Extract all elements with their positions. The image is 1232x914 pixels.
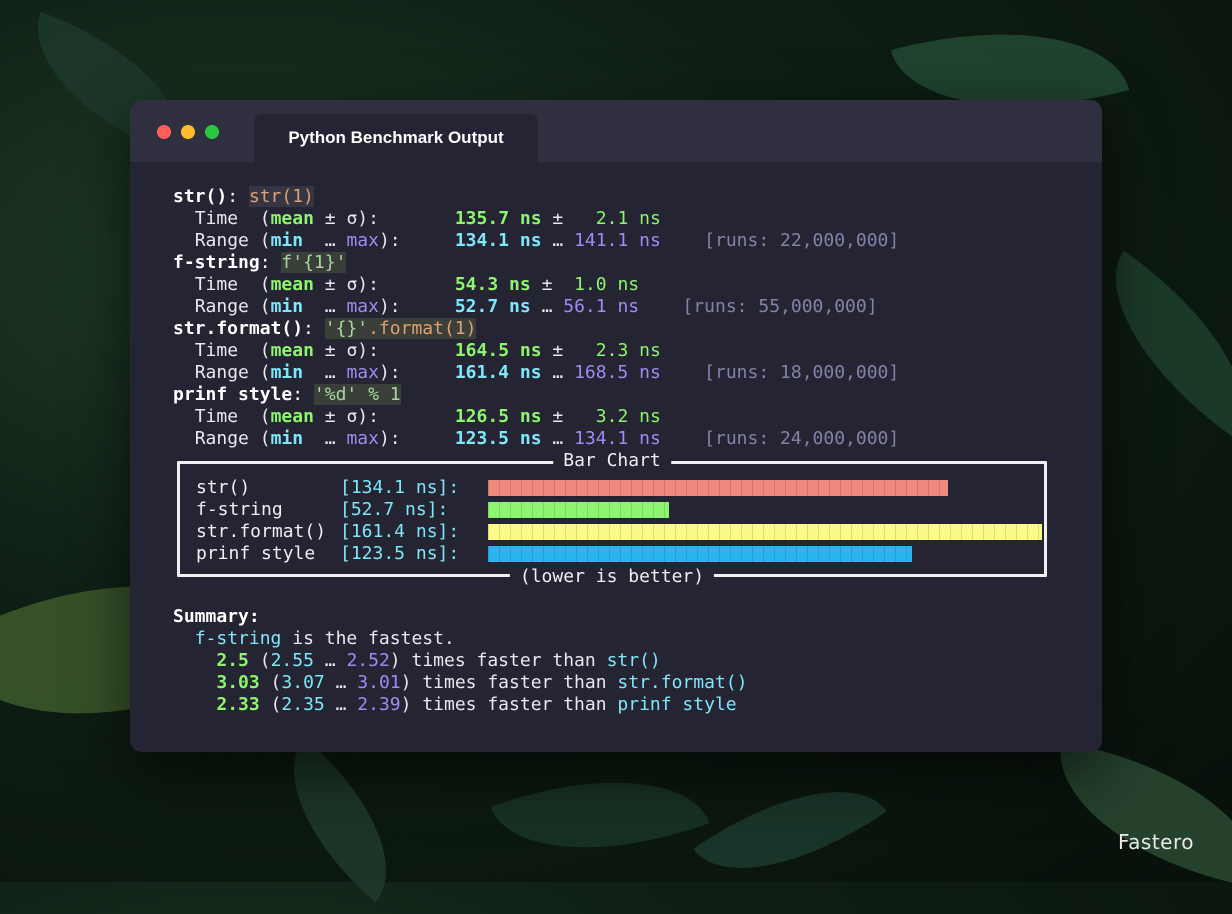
benchmark-code: '%d' % 1 bbox=[313, 384, 401, 405]
chart-row: str() [134.1 ns]: bbox=[196, 477, 948, 499]
chart-value-label: [123.5 ns]: bbox=[340, 543, 460, 564]
chart-title: Bar Chart bbox=[553, 450, 671, 472]
summary-heading: Summary: bbox=[173, 606, 260, 627]
chart-row: prinf style [123.5 ns]: bbox=[196, 543, 912, 565]
chart-bar bbox=[488, 480, 948, 496]
benchmark-code: str(1) bbox=[248, 186, 314, 207]
benchmark-header: f-string: f'{1}' bbox=[173, 252, 347, 273]
chart-category-label: f-string bbox=[196, 499, 283, 520]
benchmark-code: '{}'.format(1) bbox=[324, 318, 477, 339]
benchmark-header: prinf style: '%d' % 1 bbox=[173, 384, 401, 405]
chart-category-label: prinf style bbox=[196, 543, 316, 564]
benchmark-range-line: Range (min … max): 161.4 ns … 168.5 ns [… bbox=[194, 362, 900, 383]
chart-row: str.format() [161.4 ns]: bbox=[196, 521, 1042, 543]
benchmark-time-line: Time (mean ± σ): 126.5 ns ± 3.2 ns bbox=[194, 406, 661, 427]
bar-chart: Bar Chart str() [134.1 ns]: f-string [52.7 … bbox=[177, 450, 1047, 588]
minimize-window-button[interactable] bbox=[181, 125, 195, 139]
terminal-output: str(): str(1) Time (mean ± σ): 135.7 ns … bbox=[173, 186, 899, 450]
title-bar: Python Benchmark Output bbox=[130, 100, 1102, 162]
chart-value-label: [52.7 ns]: bbox=[340, 499, 449, 520]
terminal-window: Python Benchmark Output str(): str(1) Ti… bbox=[130, 100, 1102, 752]
benchmark-header: str.format(): '{}'.format(1) bbox=[173, 318, 477, 339]
summary-comparison: 3.03 (3.07 … 3.01) times faster than str… bbox=[216, 672, 748, 693]
summary-section: Summary: f-string is the fastest. 2.5 (2… bbox=[173, 606, 747, 716]
benchmark-header: str(): str(1) bbox=[173, 186, 314, 207]
benchmark-code: f'{1}' bbox=[281, 252, 347, 273]
chart-value-label: [161.4 ns]: bbox=[340, 521, 460, 542]
chart-bar bbox=[488, 524, 1042, 540]
benchmark-range-line: Range (min … max): 134.1 ns … 141.1 ns [… bbox=[194, 230, 900, 251]
chart-bar bbox=[488, 546, 912, 562]
summary-comparison: 2.5 (2.55 … 2.52) times faster than str(… bbox=[216, 650, 661, 671]
chart-row: f-string [52.7 ns]: bbox=[196, 499, 669, 521]
benchmark-range-line: Range (min … max): 123.5 ns … 134.1 ns [… bbox=[194, 428, 900, 449]
close-window-button[interactable] bbox=[157, 125, 171, 139]
benchmark-time-line: Time (mean ± σ): 135.7 ns ± 2.1 ns bbox=[194, 208, 661, 229]
benchmark-time-line: Time (mean ± σ): 164.5 ns ± 2.3 ns bbox=[194, 340, 661, 361]
chart-value-label: [134.1 ns]: bbox=[340, 477, 460, 498]
maximize-window-button[interactable] bbox=[205, 125, 219, 139]
chart-footer: (lower is better) bbox=[509, 566, 715, 588]
benchmark-time-line: Time (mean ± σ): 54.3 ns ± 1.0 ns bbox=[194, 274, 640, 295]
benchmark-range-line: Range (min … max): 52.7 ns … 56.1 ns [ru… bbox=[194, 296, 878, 317]
summary-fastest: f-string is the fastest. bbox=[194, 628, 455, 649]
chart-category-label: str() bbox=[196, 477, 251, 498]
summary-comparison: 2.33 (2.35 … 2.39) times faster than pri… bbox=[216, 694, 737, 715]
chart-bar bbox=[488, 502, 669, 518]
tab-python-benchmark-output[interactable]: Python Benchmark Output bbox=[254, 114, 538, 162]
fastero-logo: Fastero bbox=[1117, 830, 1194, 854]
chart-category-label: str.format() bbox=[196, 521, 327, 542]
